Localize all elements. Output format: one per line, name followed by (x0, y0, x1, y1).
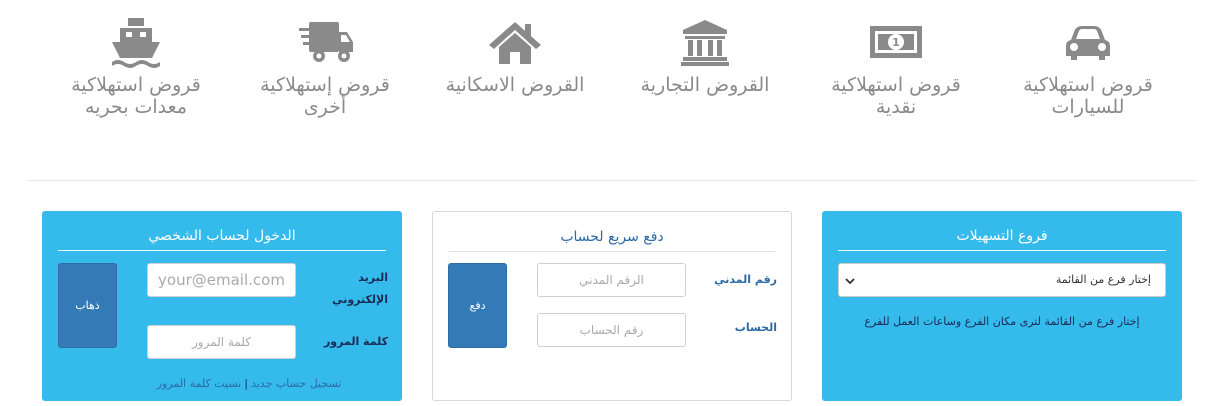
email-input[interactable] (147, 263, 296, 297)
category-label: القروض التجارية (640, 74, 770, 96)
go-button[interactable]: ذهاب (58, 263, 117, 348)
branch-note: إختار فرع من القائمة لترى مكان الفرع وسا… (864, 315, 1140, 328)
section-divider (27, 180, 1197, 181)
bank-icon (681, 20, 729, 66)
register-link[interactable]: تسجيل حساب جديد (251, 377, 341, 390)
home-icon (489, 22, 541, 64)
civil-id-label: رقم المدني (714, 273, 777, 286)
category-label: قروض استهلاكية معدات بحريه (71, 74, 201, 118)
money-icon: 1 (870, 26, 922, 58)
category-other-loans[interactable]: قروض إستهلاكية أخرى (235, 14, 415, 118)
link-separator: | (244, 377, 248, 390)
category-commercial-loans[interactable]: القروض التجارية (615, 14, 795, 96)
branch-select-value: إختار فرع من القائمة (1055, 273, 1151, 286)
truck-icon (299, 22, 353, 62)
pay-button[interactable]: دفع (448, 263, 507, 348)
category-cash-loans[interactable]: 1 قروض استهلاكية نقدية (806, 14, 986, 118)
quick-pay-panel: دفع سريع لحساب دفع رقم المدني الحساب (432, 211, 792, 401)
loan-categories: قروض استهلاكية للسيارات 1 قروض استهلاكية… (0, 14, 1232, 144)
login-title: الدخول لحساب الشخصي (58, 228, 386, 251)
account-label: الحساب (734, 321, 777, 334)
category-housing-loans[interactable]: القروض الاسكانية (425, 14, 605, 96)
category-label: القروض الاسكانية (445, 74, 585, 96)
account-number-input[interactable] (537, 313, 686, 347)
branches-title: فروع التسهيلات (838, 228, 1166, 251)
quick-pay-title: دفع سريع لحساب (449, 229, 775, 252)
category-marine-loans[interactable]: قروض استهلاكية معدات بحريه (46, 14, 226, 118)
category-car-loans[interactable]: قروض استهلاكية للسيارات (998, 14, 1178, 118)
car-icon (1066, 26, 1110, 60)
password-input[interactable] (147, 325, 296, 359)
branches-panel: فروع التسهيلات إختار فرع من القائمة إختا… (822, 211, 1182, 401)
civil-id-input[interactable] (537, 263, 686, 297)
ship-icon (112, 18, 160, 68)
login-panel: الدخول لحساب الشخصي ذهاب البريد الإلكترو… (42, 211, 402, 401)
chevron-down-icon (845, 278, 855, 285)
forgot-password-link[interactable]: نسيت كلمة المرور (157, 377, 242, 390)
category-label: قروض إستهلاكية أخرى (260, 74, 390, 118)
branch-select[interactable]: إختار فرع من القائمة (838, 263, 1166, 297)
login-links: تسجيل حساب جديد|نسيت كلمة المرور (134, 377, 364, 390)
category-label: قروض استهلاكية للسيارات (1023, 74, 1153, 118)
email-label: البريد الإلكتروني (332, 271, 388, 306)
password-label: كلمة المرور (323, 335, 388, 348)
category-label: قروض استهلاكية نقدية (831, 74, 961, 118)
svg-text:1: 1 (892, 36, 900, 49)
